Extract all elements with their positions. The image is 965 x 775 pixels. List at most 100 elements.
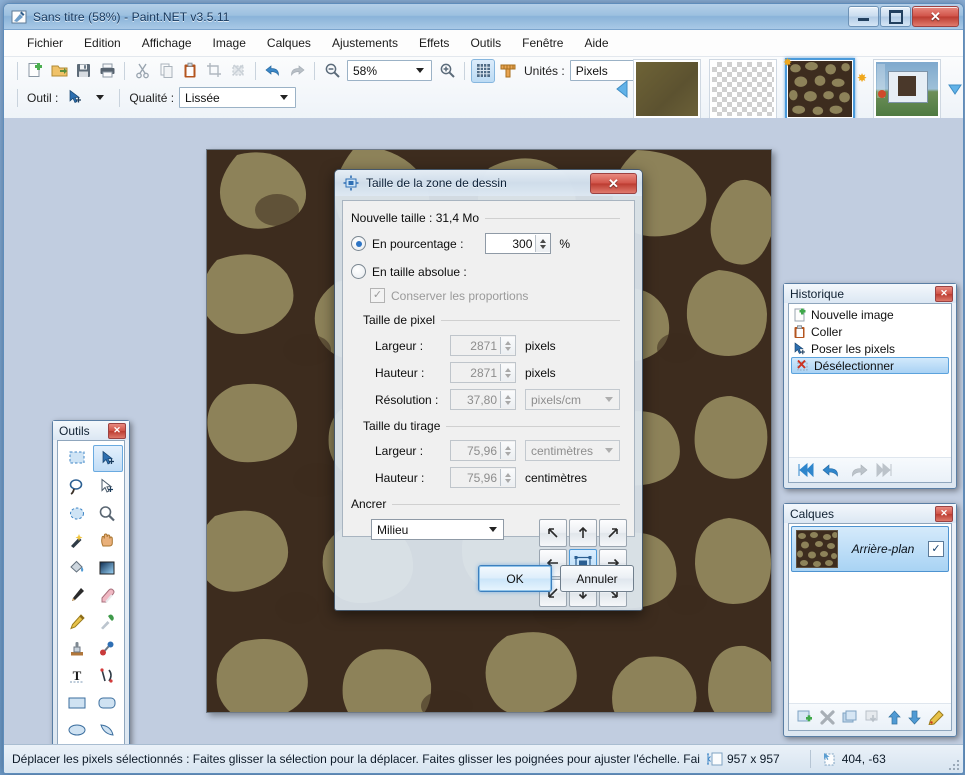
scroll-left-icon[interactable] xyxy=(615,79,629,99)
add-layer-button[interactable] xyxy=(797,710,813,725)
copy-icon[interactable] xyxy=(155,60,177,82)
pencil-tool[interactable] xyxy=(63,609,91,634)
percentage-radio[interactable] xyxy=(351,236,366,251)
print-width-unit-combo[interactable]: centimètres xyxy=(525,440,620,461)
deselect-icon[interactable] xyxy=(227,60,249,82)
spinner-down-icon[interactable] xyxy=(505,478,511,483)
history-redo-button[interactable] xyxy=(849,463,868,477)
color-picker-tool[interactable] xyxy=(93,609,121,634)
pixel-height-spinner[interactable]: 2871 xyxy=(450,362,516,383)
zoom-level-combo[interactable]: 58% xyxy=(347,60,432,81)
move-layer-up-button[interactable] xyxy=(888,709,901,725)
zoom-out-icon[interactable] xyxy=(321,60,343,82)
spinner-up-icon[interactable] xyxy=(505,340,511,345)
menu-effets[interactable]: Effets xyxy=(410,33,458,53)
menu-image[interactable]: Image xyxy=(204,33,255,53)
dialog-close-button[interactable]: ✕ xyxy=(590,173,637,194)
spinner-up-icon[interactable] xyxy=(505,367,511,372)
paint-bucket-tool[interactable] xyxy=(63,555,91,580)
spinner-arrows[interactable] xyxy=(535,235,551,252)
print-width-spinner[interactable]: 75,96 xyxy=(450,440,516,461)
resolution-unit-combo[interactable]: pixels/cm xyxy=(525,389,620,410)
print-icon[interactable] xyxy=(96,60,118,82)
spinner-up-icon[interactable] xyxy=(505,445,511,450)
ok-button[interactable]: OK xyxy=(478,565,552,592)
spinner-down-icon[interactable] xyxy=(505,346,511,351)
rectangle-select-tool[interactable] xyxy=(63,445,91,470)
zoom-in-icon[interactable] xyxy=(436,60,458,82)
redo-icon[interactable] xyxy=(286,60,308,82)
spinner-down-icon[interactable] xyxy=(505,373,511,378)
text-tool[interactable]: T xyxy=(63,663,91,688)
menu-ajustements[interactable]: Ajustements xyxy=(323,33,407,53)
ruler-icon[interactable] xyxy=(497,60,519,82)
maximize-button[interactable] xyxy=(880,6,911,27)
freeform-shape-tool[interactable] xyxy=(93,717,121,742)
spinner-arrows[interactable] xyxy=(500,391,515,408)
zoom-tool[interactable] xyxy=(93,501,121,526)
menu-calques[interactable]: Calques xyxy=(258,33,320,53)
move-selected-pixels-tool[interactable] xyxy=(93,445,123,472)
layers-palette[interactable]: Calques ✕ Arrière-plan ✓ xyxy=(783,503,957,737)
save-icon[interactable] xyxy=(72,60,94,82)
duplicate-layer-button[interactable] xyxy=(842,710,858,725)
spinner-arrows[interactable] xyxy=(500,337,515,354)
paste-icon[interactable] xyxy=(179,60,201,82)
crop-icon[interactable] xyxy=(203,60,225,82)
move-selected-pixels-icon[interactable] xyxy=(64,87,86,109)
layers-palette-close-button[interactable]: ✕ xyxy=(935,505,953,522)
merge-layer-down-button[interactable] xyxy=(865,710,881,725)
recolor-tool[interactable] xyxy=(93,636,121,661)
history-forward-all-button[interactable] xyxy=(876,463,893,477)
absolute-radio[interactable] xyxy=(351,264,366,279)
history-item-deselectionner[interactable]: Désélectionner xyxy=(791,357,949,374)
layer-visibility-checkbox[interactable]: ✓ xyxy=(928,541,944,557)
grid-icon[interactable] xyxy=(471,58,495,83)
thumbnail-olive-image[interactable] xyxy=(633,58,701,119)
spinner-down-icon[interactable] xyxy=(505,451,511,456)
clone-stamp-tool[interactable] xyxy=(63,636,91,661)
history-palette[interactable]: Historique ✕ Nouvelle image Coller Poser… xyxy=(783,283,957,489)
open-icon[interactable] xyxy=(48,60,70,82)
spinner-arrows[interactable] xyxy=(500,442,515,459)
thumbnail-transparent-image[interactable] xyxy=(709,58,777,119)
tool-dropdown-button[interactable] xyxy=(87,88,114,107)
pan-tool[interactable] xyxy=(93,528,121,553)
spinner-up-icon[interactable] xyxy=(505,394,511,399)
magic-wand-tool[interactable] xyxy=(63,528,91,553)
history-palette-close-button[interactable]: ✕ xyxy=(935,285,953,302)
menu-affichage[interactable]: Affichage xyxy=(133,33,201,53)
spinner-down-icon[interactable] xyxy=(505,400,511,405)
line-curve-tool[interactable] xyxy=(93,663,121,688)
thumbnail-desktop-screenshot[interactable] xyxy=(873,58,941,119)
history-undo-button[interactable] xyxy=(822,463,841,477)
undo-icon[interactable] xyxy=(262,60,284,82)
ellipse-select-tool[interactable] xyxy=(63,501,91,526)
history-list[interactable]: Nouvelle image Coller Poser les pixels D… xyxy=(789,304,951,457)
layer-properties-button[interactable] xyxy=(928,709,945,725)
layer-row[interactable]: Arrière-plan ✓ xyxy=(791,526,949,572)
scroll-down-icon[interactable] xyxy=(947,82,963,96)
maintain-aspect-checkbox[interactable]: ✓ xyxy=(370,288,385,303)
ellipse-shape-tool[interactable] xyxy=(63,717,91,742)
move-layer-down-button[interactable] xyxy=(908,710,921,725)
lasso-select-tool[interactable] xyxy=(63,474,91,499)
spinner-up-icon[interactable] xyxy=(540,238,547,243)
rounded-rectangle-shape-tool[interactable] xyxy=(93,690,121,715)
thumbnail-camo-image[interactable]: ✸ xyxy=(783,57,855,120)
gradient-tool[interactable] xyxy=(93,555,121,580)
spinner-down-icon[interactable] xyxy=(540,244,547,249)
new-icon[interactable] xyxy=(24,60,46,82)
resize-grip[interactable] xyxy=(947,758,959,770)
resolution-spinner[interactable]: 37,80 xyxy=(450,389,516,410)
anchor-combo[interactable]: Milieu xyxy=(371,519,504,540)
percentage-spinner[interactable]: 300 xyxy=(485,233,552,254)
rectangle-shape-tool[interactable] xyxy=(63,690,91,715)
eraser-tool[interactable] xyxy=(93,582,121,607)
spinner-arrows[interactable] xyxy=(500,469,515,486)
history-rewind-all-button[interactable] xyxy=(797,463,814,477)
tools-palette-close-button[interactable]: ✕ xyxy=(108,422,126,439)
minimize-button[interactable] xyxy=(848,6,879,27)
menu-outils[interactable]: Outils xyxy=(461,33,510,53)
pixel-width-spinner[interactable]: 2871 xyxy=(450,335,516,356)
